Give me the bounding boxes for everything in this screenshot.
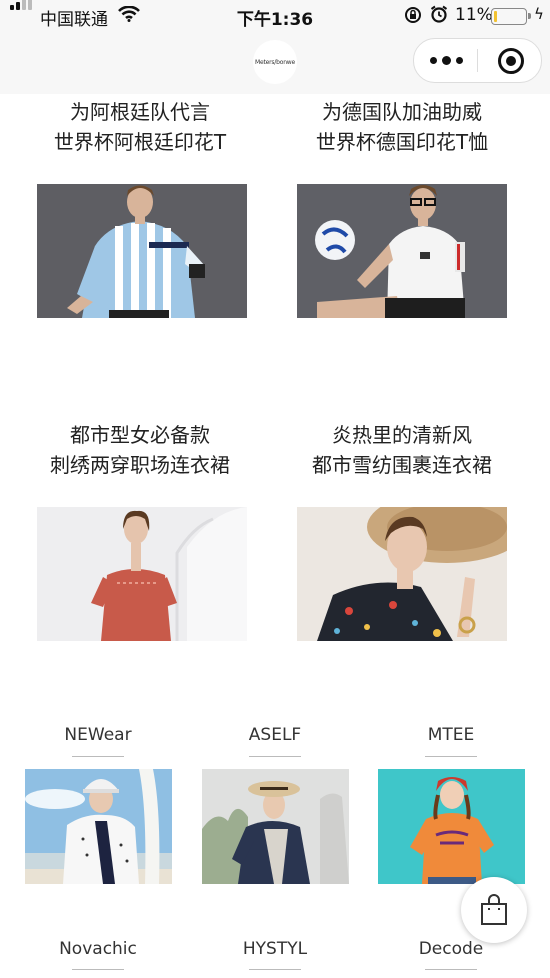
- feature-subtitle: 世界杯阿根廷印花T: [53, 130, 227, 154]
- brand-link-newear[interactable]: NEWear: [23, 725, 173, 745]
- feature-caption: 为阿根廷队代言 世界杯阿根廷印花T: [10, 97, 270, 157]
- battery-level: [494, 11, 498, 22]
- brand-link-aself[interactable]: ASELF: [200, 725, 350, 745]
- brand-underline: [72, 756, 124, 757]
- brand-link-hystyl[interactable]: HYSTYL: [200, 939, 350, 959]
- brand-link-mtee[interactable]: MTEE: [376, 725, 526, 745]
- feature-caption: 都市型女必备款 刺绣两穿职场连衣裙: [10, 420, 270, 480]
- alarm-icon: [430, 5, 448, 23]
- feature-image-floral-dress[interactable]: [297, 507, 507, 641]
- feature-subtitle: 世界杯德国印花T恤: [315, 130, 489, 154]
- feature-title: 都市型女必备款: [70, 423, 210, 447]
- brand-image-newear[interactable]: [25, 769, 172, 884]
- mini-program-capsule: [413, 38, 542, 83]
- battery-icon: [491, 8, 527, 25]
- close-mini-program-icon[interactable]: [498, 48, 524, 74]
- feature-subtitle: 都市雪纺围裹连衣裙: [312, 453, 492, 477]
- brand-underline: [249, 756, 301, 757]
- battery-tip: [528, 13, 531, 19]
- shopping-bag-button[interactable]: [461, 877, 527, 943]
- status-bar: 中国联通 下午1:36 11% ϟ: [0, 0, 550, 30]
- capsule-divider: [477, 49, 478, 72]
- brand-link-decode[interactable]: Decode: [376, 939, 526, 959]
- battery-percent: 11%: [455, 5, 493, 25]
- feature-image-germany[interactable]: [297, 184, 507, 318]
- brand-underline: [425, 756, 477, 757]
- feature-image-argentina[interactable]: [37, 184, 247, 318]
- brand-underline: [249, 969, 301, 970]
- feature-title: 为德国队加油助威: [322, 100, 482, 124]
- charging-icon: ϟ: [534, 5, 544, 23]
- brand-image-aself[interactable]: [202, 769, 349, 884]
- feature-image-red-dress[interactable]: [37, 507, 247, 641]
- feature-title: 炎热里的清新风: [332, 423, 472, 447]
- feature-title: 为阿根廷队代言: [70, 100, 210, 124]
- brand-logo[interactable]: Meters/bonwe: [253, 40, 297, 84]
- brand-underline: [425, 969, 477, 970]
- brand-link-novachic[interactable]: Novachic: [23, 939, 173, 959]
- nav-bar: Meters/bonwe: [0, 30, 550, 94]
- logo-text: Meters/bonwe: [254, 58, 295, 66]
- feature-subtitle: 刺绣两穿职场连衣裙: [50, 453, 230, 477]
- brand-underline: [72, 969, 124, 970]
- more-menu-icon[interactable]: [430, 56, 463, 65]
- brand-image-mtee[interactable]: [378, 769, 525, 884]
- feature-caption: 为德国队加油助威 世界杯德国印花T恤: [272, 97, 532, 157]
- shopping-bag-icon: [481, 894, 507, 925]
- rotation-lock-icon: [405, 7, 421, 23]
- feature-caption: 炎热里的清新风 都市雪纺围裹连衣裙: [272, 420, 532, 480]
